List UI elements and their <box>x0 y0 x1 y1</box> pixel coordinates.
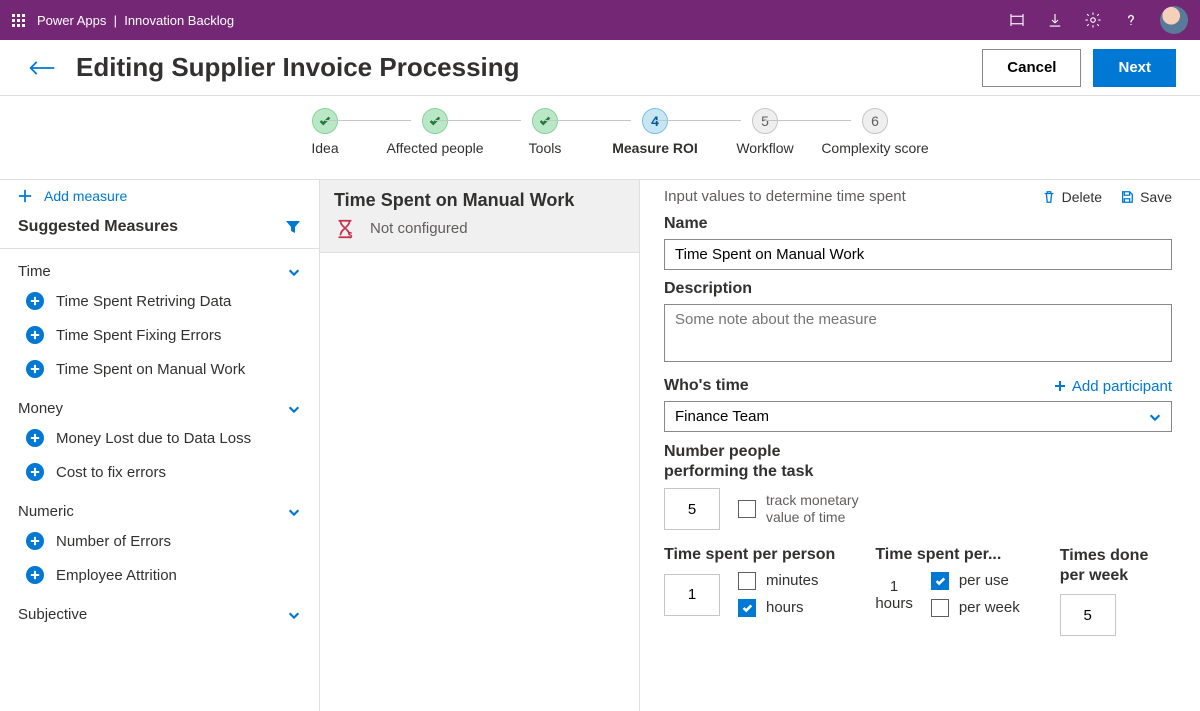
list-item[interactable]: Time Spent Retriving Data <box>0 284 319 318</box>
description-input[interactable] <box>664 304 1172 362</box>
delete-button[interactable]: Delete <box>1042 189 1102 205</box>
add-icon <box>26 463 44 481</box>
track-monetary-checkbox[interactable] <box>738 500 756 518</box>
avatar[interactable] <box>1160 6 1188 34</box>
group-subjective[interactable]: Subjective <box>0 592 319 627</box>
hourglass-money-icon: $ <box>334 218 356 240</box>
sidebar: Add measure Suggested Measures Time Time… <box>0 180 320 711</box>
group-money[interactable]: Money <box>0 386 319 421</box>
step-affected-people[interactable]: Affected people <box>380 108 490 157</box>
trash-icon <box>1042 190 1056 204</box>
back-button[interactable] <box>24 50 60 86</box>
fit-icon[interactable] <box>1008 11 1026 29</box>
chevron-down-icon <box>287 402 301 416</box>
add-participant-button[interactable]: Add participant <box>1054 378 1172 395</box>
times-done-input[interactable] <box>1060 594 1116 636</box>
step-complexity[interactable]: 6 Complexity score <box>820 108 930 157</box>
step-workflow[interactable]: 5 Workflow <box>710 108 820 157</box>
whos-time-label: Who's time <box>664 377 749 395</box>
add-icon <box>26 326 44 344</box>
time-spent-per-label: Time spent per... <box>875 546 1019 564</box>
time-spent-per-person-input[interactable] <box>664 574 720 616</box>
minutes-checkbox[interactable] <box>738 572 756 590</box>
per-use-checkbox[interactable] <box>931 572 949 590</box>
whos-time-select[interactable] <box>664 401 1172 432</box>
measure-card[interactable]: Time Spent on Manual Work $ Not configur… <box>320 180 639 253</box>
group-time[interactable]: Time <box>0 249 319 284</box>
list-item[interactable]: Employee Attrition <box>0 558 319 592</box>
num-people-label: Number people performing the task <box>664 442 844 482</box>
cancel-button[interactable]: Cancel <box>982 49 1081 87</box>
add-icon <box>26 360 44 378</box>
title-bar: Editing Supplier Invoice Processing Canc… <box>0 40 1200 96</box>
num-people-input[interactable] <box>664 488 720 530</box>
time-spent-per-person-label: Time spent per person <box>664 546 835 564</box>
list-item[interactable]: Time Spent Fixing Errors <box>0 318 319 352</box>
form-hint: Input values to determine time spent <box>664 188 1024 205</box>
group-numeric[interactable]: Numeric <box>0 489 319 524</box>
add-icon <box>26 566 44 584</box>
page-title: Editing Supplier Invoice Processing <box>76 52 970 83</box>
time-spent-per-unit: hours <box>875 595 913 612</box>
step-idea[interactable]: Idea <box>270 108 380 157</box>
add-measure-button[interactable]: Add measure <box>0 180 319 212</box>
time-spent-per-value: 1 <box>890 578 898 595</box>
save-button[interactable]: Save <box>1120 189 1172 205</box>
track-monetary-label: track monetary value of time <box>766 492 866 527</box>
name-input[interactable] <box>664 239 1172 270</box>
times-done-label: Times done per week <box>1060 546 1170 586</box>
name-label: Name <box>664 215 1172 233</box>
details-form: Input values to determine time spent Del… <box>640 180 1200 711</box>
gear-icon[interactable] <box>1084 11 1102 29</box>
download-icon[interactable] <box>1046 11 1064 29</box>
next-button[interactable]: Next <box>1093 49 1176 87</box>
chevron-down-icon <box>287 505 301 519</box>
description-label: Description <box>664 280 1172 298</box>
chevron-down-icon <box>287 265 301 279</box>
add-icon <box>26 429 44 447</box>
suggested-measures-header: Suggested Measures <box>0 212 319 249</box>
add-icon <box>26 532 44 550</box>
chevron-down-icon <box>287 608 301 622</box>
step-measure-roi[interactable]: 4 Measure ROI <box>600 108 710 157</box>
list-item[interactable]: Money Lost due to Data Loss <box>0 421 319 455</box>
measure-status: Not configured <box>370 220 468 237</box>
suite-title: Power Apps | Innovation Backlog <box>37 13 234 28</box>
list-item[interactable]: Number of Errors <box>0 524 319 558</box>
save-icon <box>1120 190 1134 204</box>
help-icon[interactable] <box>1122 11 1140 29</box>
suite-header: Power Apps | Innovation Backlog <box>0 0 1200 40</box>
per-week-checkbox[interactable] <box>931 599 949 617</box>
hours-checkbox[interactable] <box>738 599 756 617</box>
list-item[interactable]: Time Spent on Manual Work <box>0 352 319 386</box>
filter-icon[interactable] <box>285 219 301 235</box>
list-item[interactable]: Cost to fix errors <box>0 455 319 489</box>
measure-card-title: Time Spent on Manual Work <box>334 190 625 212</box>
svg-text:$: $ <box>348 231 353 240</box>
measures-panel: Time Spent on Manual Work $ Not configur… <box>320 180 640 711</box>
step-tools[interactable]: Tools <box>490 108 600 157</box>
stepper: Idea Affected people Tools 4 Measure ROI… <box>0 96 1200 180</box>
add-icon <box>26 292 44 310</box>
app-launcher-icon[interactable] <box>12 14 25 27</box>
